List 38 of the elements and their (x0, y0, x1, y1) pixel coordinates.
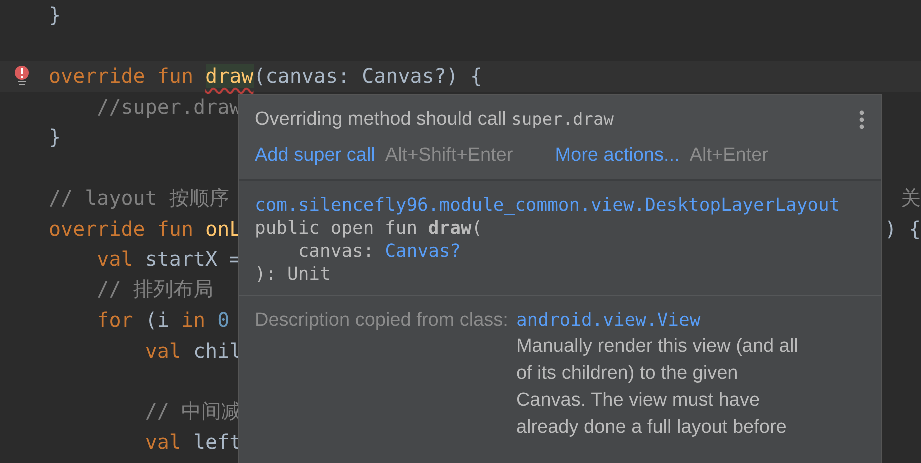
code-token: for (96, 308, 134, 332)
code-token: override (49, 64, 146, 88)
code-token: } (49, 3, 62, 28)
error-bulb-icon[interactable] (14, 66, 28, 86)
container-class-link[interactable]: com.silencefly96.module_common.view.DesktopLayerLayout (255, 195, 865, 216)
code-token: fun (157, 64, 194, 88)
description-label: Description copied from class: (255, 310, 508, 333)
code-token: draw (206, 64, 254, 88)
code-token: left (194, 430, 242, 454)
code-token: (canvas: Canvas?) { (254, 64, 482, 88)
keyboard-shortcut: Alt+Enter (690, 145, 768, 167)
quick-fix-link[interactable]: More actions... (555, 145, 680, 167)
code-token: val (96, 247, 134, 272)
code-token: (i (145, 308, 170, 332)
code-comment: 关 (901, 184, 921, 212)
code-token: ) { (884, 216, 921, 241)
type-link[interactable]: Canvas? (385, 241, 462, 262)
code-token: } (49, 125, 62, 150)
description-text: Manually render this view (and all of its children) to the given Canvas. The view must have already done a full layout before (516, 335, 798, 440)
quick-fix-link[interactable]: Add super call (255, 145, 376, 167)
class-link[interactable]: android.view.View (516, 310, 798, 331)
code-comment: // layout 按顺序 (49, 184, 230, 212)
keyboard-shortcut: Alt+Shift+Enter (385, 145, 514, 167)
code-token: in (181, 308, 207, 332)
code-token: chil (194, 338, 242, 363)
code-token: val (144, 430, 182, 454)
code-comment: // 排列布局 (96, 276, 214, 304)
signature-line: ): Unit (255, 264, 331, 285)
code-token: fun (157, 216, 194, 241)
code-token: onL (206, 216, 242, 241)
code-token: val (144, 338, 182, 363)
signature-line: canvas: (297, 241, 374, 262)
code-comment: //super.draw (96, 94, 242, 119)
inspection-message: Overriding method should call super.draw (255, 109, 614, 131)
signature-line: public open fun draw( (255, 218, 483, 239)
more-options-icon[interactable] (859, 110, 865, 130)
code-token: override (49, 216, 146, 241)
code-token: 0 (218, 308, 230, 332)
